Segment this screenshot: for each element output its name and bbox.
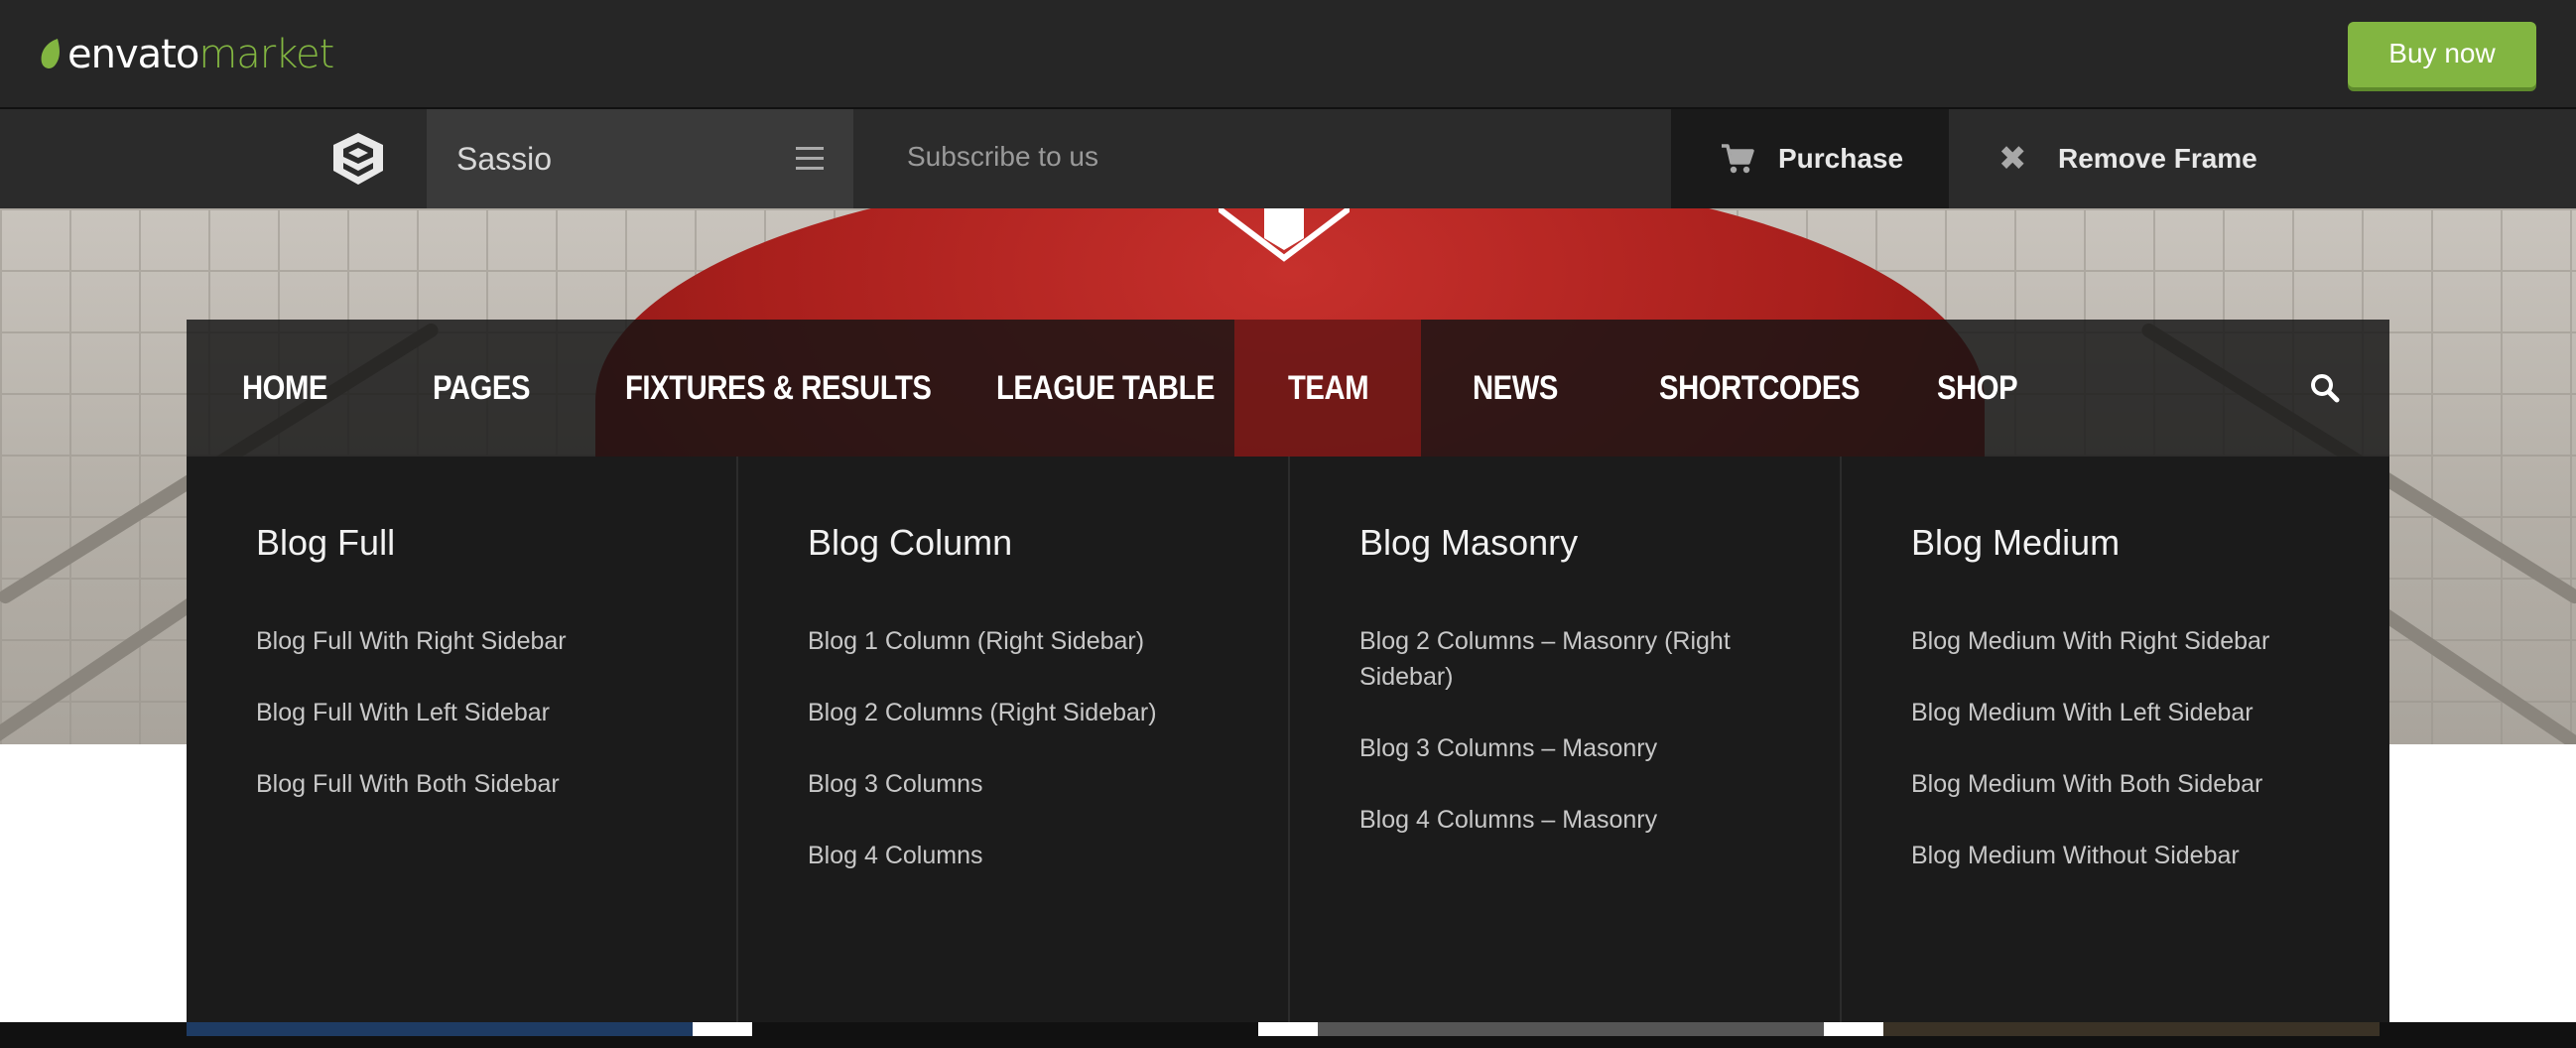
nav-item-shortcodes[interactable]: SHORTCODES	[1659, 320, 1860, 457]
thumbnail-gap	[1258, 1022, 1318, 1036]
main-navigation: HOME PAGES FIXTURES & RESULTS LEAGUE TAB…	[187, 320, 2389, 457]
mega-column-blog-column: Blog Column Blog 1 Column (Right Sidebar…	[738, 457, 1290, 1022]
mega-column-title: Blog Full	[256, 522, 396, 563]
hamburger-menu-icon[interactable]	[796, 147, 824, 171]
menu-link[interactable]: Blog Full With Left Sidebar	[256, 695, 683, 730]
menu-link[interactable]: Blog Medium Without Sidebar	[1911, 838, 2338, 873]
nav-item-league-table[interactable]: LEAGUE TABLE	[996, 320, 1216, 457]
nav-item-home[interactable]: HOME	[242, 320, 327, 457]
menu-link[interactable]: Blog Medium With Left Sidebar	[1911, 695, 2338, 730]
nav-item-pages[interactable]: PAGES	[433, 320, 530, 457]
nav-item-team[interactable]: TEAM	[1288, 320, 1369, 457]
logo-word-market: market	[198, 32, 334, 77]
theme-selector[interactable]: Sassio	[427, 109, 853, 208]
mega-column-title: Blog Masonry	[1359, 522, 1579, 563]
mega-column-blog-masonry: Blog Masonry Blog 2 Columns – Masonry (R…	[1290, 457, 1842, 1022]
thumbnail-image[interactable]	[1883, 1022, 2380, 1036]
thumbnail-gap	[693, 1022, 752, 1036]
mega-column-title: Blog Column	[808, 522, 1013, 563]
theme-name: Sassio	[456, 141, 553, 177]
menu-link[interactable]: Blog Medium With Both Sidebar	[1911, 766, 2338, 802]
remove-frame-button[interactable]: ✖ Remove Frame	[1949, 109, 2276, 208]
thumbnail-image[interactable]	[187, 1022, 693, 1036]
mega-column-blog-full: Blog Full Blog Full With Right Sidebar B…	[187, 457, 738, 1022]
menu-link[interactable]: Blog 2 Columns – Masonry (Right Sidebar)	[1359, 623, 1786, 695]
blog-mega-menu: Blog Full Blog Full With Right Sidebar B…	[187, 457, 2389, 1022]
nav-item-fixtures-results[interactable]: FIXTURES & RESULTS	[625, 320, 932, 457]
thumbnail-gap	[1824, 1022, 1883, 1036]
menu-link[interactable]: Blog 4 Columns – Masonry	[1359, 802, 1786, 838]
subscribe-link[interactable]: Subscribe to us	[907, 141, 1098, 173]
mega-column-blog-medium: Blog Medium Blog Medium With Right Sideb…	[1842, 457, 2389, 1022]
mega-column-title: Blog Medium	[1911, 522, 2121, 563]
menu-link[interactable]: Blog Full With Both Sidebar	[256, 766, 683, 802]
buy-now-button[interactable]: Buy now	[2348, 22, 2536, 87]
menu-link[interactable]: Blog 3 Columns	[808, 766, 1234, 802]
menu-link[interactable]: Blog Full With Right Sidebar	[256, 623, 683, 659]
menu-link[interactable]: Blog 1 Column (Right Sidebar)	[808, 623, 1234, 659]
jersey-collar	[1219, 208, 1350, 262]
menu-link[interactable]: Blog 2 Columns (Right Sidebar)	[808, 695, 1234, 730]
leaf-icon	[41, 39, 60, 68]
purchase-button[interactable]: Purchase	[1671, 109, 1949, 208]
envato-market-logo[interactable]: envato market	[38, 30, 334, 79]
search-icon[interactable]	[2308, 371, 2342, 405]
theme-logo-icon[interactable]	[331, 131, 385, 187]
menu-link[interactable]: Blog Medium With Right Sidebar	[1911, 623, 2338, 659]
close-icon: ✖	[1998, 140, 2027, 178]
nav-item-shop[interactable]: SHOP	[1937, 320, 2018, 457]
purchase-label: Purchase	[1778, 143, 1904, 174]
envato-top-bar: envato market Buy now	[0, 0, 2576, 109]
remove-frame-label: Remove Frame	[2058, 143, 2257, 174]
menu-link[interactable]: Blog 4 Columns	[808, 838, 1234, 873]
thumbnail-image[interactable]	[1318, 1022, 1824, 1036]
menu-link[interactable]: Blog 3 Columns – Masonry	[1359, 730, 1786, 766]
demo-frame-bar: Sassio Subscribe to us Purchase ✖ Remove…	[0, 109, 2576, 208]
logo-word-envato: envato	[67, 32, 199, 77]
cart-icon	[1722, 144, 1754, 174]
nav-item-news[interactable]: NEWS	[1473, 320, 1558, 457]
